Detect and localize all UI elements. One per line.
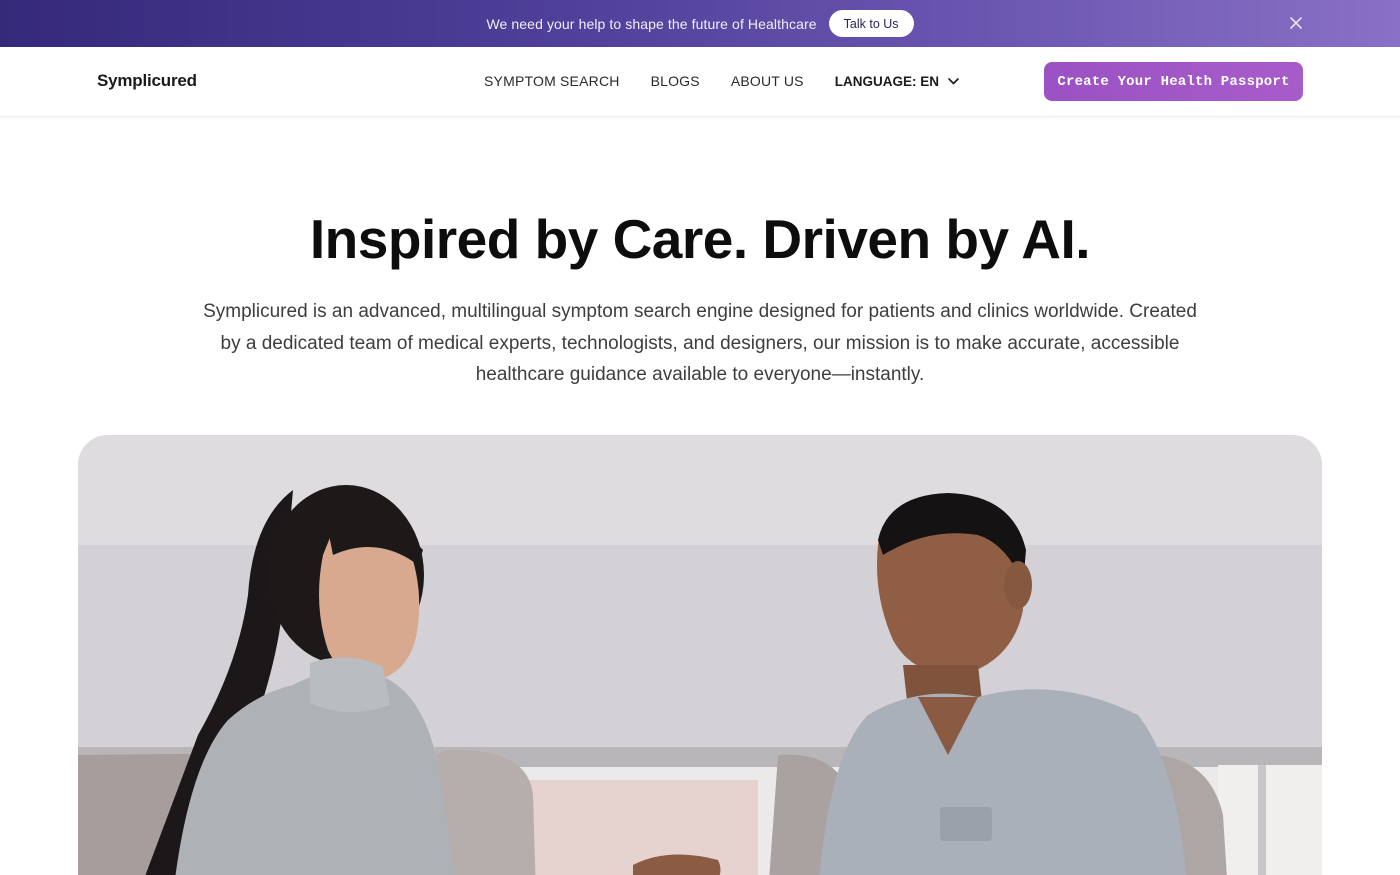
hero-photo <box>78 435 1322 875</box>
nav-about-us[interactable]: ABOUT US <box>731 73 804 89</box>
logo[interactable]: Symplicured <box>97 71 197 91</box>
banner-text: We need your help to shape the future of… <box>486 15 817 32</box>
nav-blogs[interactable]: BLOGS <box>651 73 700 89</box>
main-nav: SYMPTOM SEARCH BLOGS ABOUT US LANGUAGE: … <box>484 73 959 89</box>
create-health-passport-button[interactable]: Create Your Health Passport <box>1044 62 1303 101</box>
chevron-down-icon <box>948 77 959 85</box>
talk-to-us-button[interactable]: Talk to Us <box>828 10 914 37</box>
language-label: LANGUAGE: EN <box>834 73 939 89</box>
language-selector[interactable]: LANGUAGE: EN <box>835 74 959 89</box>
hero-title: Inspired by Care. Driven by AI. <box>309 208 1091 270</box>
hero-description: Symplicured is an advanced, multilingual… <box>203 301 1197 385</box>
consultation-illustration <box>78 435 1322 875</box>
close-icon[interactable] <box>1286 13 1306 33</box>
site-header: Symplicured SYMPTOM SEARCH BLOGS ABOUT U… <box>0 47 1400 117</box>
nav-symptom-search[interactable]: SYMPTOM SEARCH <box>484 73 620 89</box>
announcement-banner: We need your help to shape the future of… <box>0 0 1400 47</box>
